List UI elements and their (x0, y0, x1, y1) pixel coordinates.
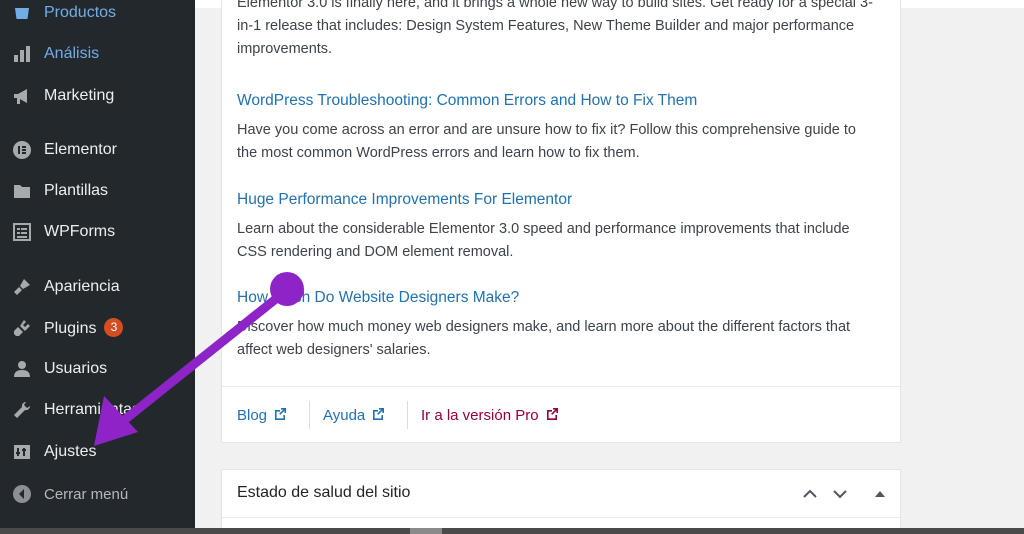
sidebar-item-label: Plantillas (44, 182, 109, 199)
sidebar-item-tools[interactable]: Herramientas (0, 392, 195, 428)
news-item: Huge Performance Improvements For Elemen… (237, 191, 877, 264)
news-item-desc: Learn about the considerable Elementor 3… (237, 221, 850, 260)
bar-chart-icon (11, 43, 33, 65)
blog-link-label: Blog (237, 407, 268, 424)
elementor-overview-panel: Elementor 3.0 is finally here, and it br… (221, 0, 901, 443)
news-item: WordPress Troubleshooting: Common Errors… (237, 92, 877, 165)
sidebar-item-label: Elementor (44, 141, 117, 158)
site-health-panel: Estado de salud del sitio (221, 469, 901, 534)
news-item-title-link[interactable]: Huge Performance Improvements For Elemen… (237, 191, 877, 209)
sidebar-item-label: Herramientas (44, 401, 141, 418)
sidebar-item-wpforms[interactable]: WPForms (0, 214, 195, 250)
go-pro-link[interactable]: Ir a la versión Pro (421, 407, 559, 424)
sidebar-item-elementor[interactable]: Elementor (0, 132, 195, 168)
external-link-icon (546, 408, 558, 420)
admin-sidebar: Productos Análisis Marketing Elementor P… (0, 0, 195, 534)
sidebar-item-label: Ajustes (44, 443, 97, 460)
user-icon (11, 358, 33, 380)
settings-icon (11, 441, 33, 463)
footer-separator (309, 401, 310, 429)
sidebar-item-plugins[interactable]: Plugins 3 (0, 310, 195, 346)
site-health-title: Estado de salud del sitio (237, 484, 411, 501)
form-icon (11, 221, 33, 243)
news-item: How Much Do Website Designers Make? Disc… (237, 289, 877, 362)
sidebar-collapse-menu[interactable]: Cerrar menú (0, 476, 195, 512)
toggle-panel-button[interactable] (868, 482, 892, 506)
sidebar-item-products[interactable]: Productos (0, 0, 195, 31)
horizontal-scrollbar[interactable] (0, 528, 1024, 534)
news-item-desc: Have you come across an error and are un… (237, 122, 856, 161)
news-intro-text: Elementor 3.0 is finally here, and it br… (237, 0, 873, 57)
paintbrush-icon (11, 276, 33, 298)
sidebar-item-label: Plugins 3 (44, 318, 124, 338)
triangle-up-icon (875, 491, 885, 497)
news-intro: Elementor 3.0 is finally here, and it br… (237, 0, 877, 61)
sidebar-item-label: Análisis (44, 45, 100, 62)
sidebar-item-settings[interactable]: Ajustes (0, 434, 195, 470)
panel-divider (222, 517, 900, 518)
plugins-label-text: Plugins (44, 320, 97, 337)
products-icon (11, 2, 33, 24)
megaphone-icon (11, 85, 33, 107)
sidebar-item-label: Marketing (44, 87, 115, 104)
chevron-up-icon (803, 489, 817, 498)
sidebar-item-label: Apariencia (44, 278, 120, 295)
panel-footer: Blog Ayuda Ir a la versión Pro (222, 386, 900, 442)
blog-link[interactable]: Blog (237, 407, 287, 424)
move-up-button[interactable] (798, 482, 822, 506)
news-item-desc: Discover how much money web designers ma… (237, 319, 851, 358)
sidebar-item-label: Usuarios (44, 360, 108, 377)
sidebar-item-label: WPForms (44, 223, 116, 240)
news-item-title-link[interactable]: How Much Do Website Designers Make? (237, 289, 877, 307)
help-link[interactable]: Ayuda (323, 407, 385, 424)
external-link-icon (275, 408, 287, 420)
sidebar-item-marketing[interactable]: Marketing (0, 78, 195, 114)
wrench-icon (11, 399, 33, 421)
plug-icon (11, 317, 33, 339)
chevron-down-icon (833, 490, 847, 499)
sidebar-item-appearance[interactable]: Apariencia (0, 269, 195, 305)
help-link-label: Ayuda (323, 407, 366, 424)
move-down-button[interactable] (828, 482, 852, 506)
sidebar-item-analytics[interactable]: Análisis (0, 36, 195, 72)
scrollbar-thumb[interactable] (410, 528, 442, 534)
elementor-icon (11, 139, 33, 161)
sidebar-item-label: Productos (44, 4, 117, 21)
folder-icon (11, 180, 33, 202)
footer-separator (407, 401, 408, 429)
go-pro-link-label: Ir a la versión Pro (421, 407, 539, 424)
plugins-update-badge: 3 (104, 318, 124, 337)
sidebar-item-templates[interactable]: Plantillas (0, 173, 195, 209)
sidebar-item-label: Cerrar menú (44, 485, 129, 503)
news-item-title-link[interactable]: WordPress Troubleshooting: Common Errors… (237, 92, 877, 110)
sidebar-item-users[interactable]: Usuarios (0, 351, 195, 387)
collapse-icon (11, 483, 33, 505)
external-link-icon (373, 408, 385, 420)
